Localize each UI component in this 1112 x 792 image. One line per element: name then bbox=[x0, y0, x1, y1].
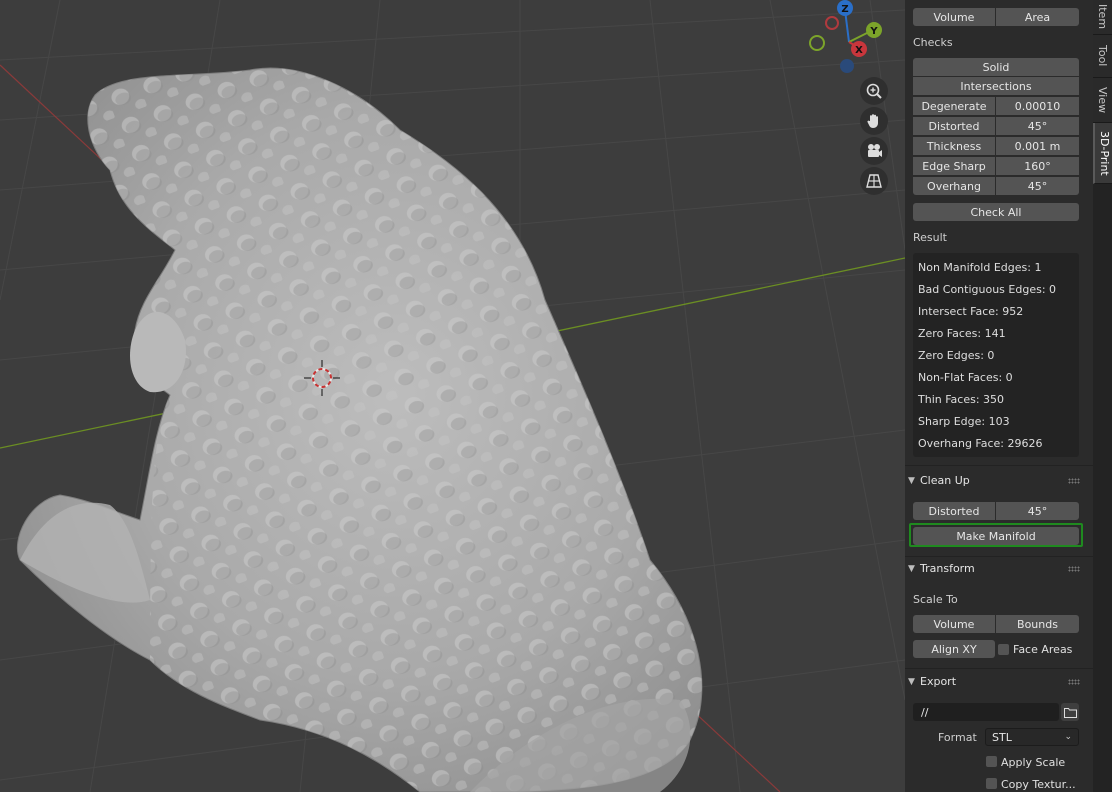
face-areas-label: Face Areas bbox=[1013, 643, 1073, 656]
format-label: Format bbox=[938, 731, 977, 744]
zoom-button[interactable] bbox=[860, 77, 888, 105]
toad-mesh bbox=[16, 67, 703, 792]
cleanup-panel-header[interactable]: ▼ Clean Up bbox=[908, 474, 970, 487]
svg-text:Z: Z bbox=[841, 4, 848, 15]
perspective-toggle-button[interactable] bbox=[860, 167, 888, 195]
cleanup-distorted-field[interactable]: 45° bbox=[996, 502, 1079, 520]
area-button[interactable]: Area bbox=[996, 8, 1079, 26]
divider bbox=[905, 556, 1093, 557]
chevron-down-icon: ▼ bbox=[908, 475, 915, 486]
navigation-gizmo[interactable]: Z Y X bbox=[805, 0, 890, 80]
divider bbox=[905, 465, 1093, 466]
degenerate-button[interactable]: Degenerate bbox=[913, 97, 995, 115]
transform-title: Transform bbox=[920, 562, 975, 575]
hand-icon bbox=[867, 114, 878, 128]
chevron-down-icon: ⌄ bbox=[1064, 732, 1072, 742]
copy-textures-checkbox[interactable] bbox=[986, 778, 997, 789]
edge-sharp-button[interactable]: Edge Sharp bbox=[913, 157, 995, 175]
overhang-field[interactable]: 45° bbox=[996, 177, 1079, 195]
tab-3d-print[interactable]: 3D-Print bbox=[1093, 123, 1112, 184]
result-item: Bad Contiguous Edges: 0 bbox=[918, 283, 1057, 296]
pan-button[interactable] bbox=[860, 107, 888, 135]
cleanup-title: Clean Up bbox=[920, 474, 970, 487]
camera-icon bbox=[868, 144, 882, 157]
result-item: Non-Flat Faces: 0 bbox=[918, 371, 1013, 384]
align-xy-button[interactable]: Align XY bbox=[913, 640, 995, 658]
grid-perspective-icon bbox=[866, 174, 882, 188]
viewport-scene bbox=[0, 0, 905, 792]
make-manifold-button[interactable]: Make Manifold bbox=[913, 527, 1079, 545]
transform-panel-header[interactable]: ▼ Transform bbox=[908, 562, 975, 575]
drag-grip-icon[interactable] bbox=[1068, 679, 1080, 685]
result-item: Zero Edges: 0 bbox=[918, 349, 995, 362]
degenerate-field[interactable]: 0.00010 bbox=[996, 97, 1079, 115]
face-areas-checkbox[interactable] bbox=[998, 644, 1009, 655]
svg-text:Y: Y bbox=[869, 26, 878, 37]
zoom-icon bbox=[866, 83, 882, 99]
check-all-button[interactable]: Check All bbox=[913, 203, 1079, 221]
copy-textures-label: Copy Textur... bbox=[1001, 778, 1076, 791]
solid-button[interactable]: Solid bbox=[913, 58, 1079, 76]
intersections-button[interactable]: Intersections bbox=[913, 77, 1079, 95]
scale-to-label: Scale To bbox=[913, 593, 958, 606]
camera-view-button[interactable] bbox=[860, 137, 888, 165]
distorted-button[interactable]: Distorted bbox=[913, 117, 995, 135]
result-item: Sharp Edge: 103 bbox=[918, 415, 1010, 428]
export-path-input[interactable]: // bbox=[913, 703, 1059, 721]
result-item: Intersect Face: 952 bbox=[918, 305, 1024, 318]
result-item: Thin Faces: 350 bbox=[918, 393, 1005, 406]
overhang-button[interactable]: Overhang bbox=[913, 177, 995, 195]
apply-scale-checkbox[interactable] bbox=[986, 756, 997, 767]
tab-view[interactable]: View bbox=[1093, 78, 1112, 123]
edge-sharp-field[interactable]: 160° bbox=[996, 157, 1079, 175]
svg-text:X: X bbox=[855, 45, 863, 56]
browse-folder-button[interactable] bbox=[1061, 703, 1079, 721]
scale-volume-button[interactable]: Volume bbox=[913, 615, 995, 633]
result-item: Zero Faces: 141 bbox=[918, 327, 1006, 340]
tab-item[interactable]: Item bbox=[1093, 0, 1112, 35]
result-label: Result bbox=[913, 231, 947, 244]
tab-tool[interactable]: Tool bbox=[1093, 35, 1112, 78]
scale-bounds-button[interactable]: Bounds bbox=[996, 615, 1079, 633]
export-title: Export bbox=[920, 675, 957, 688]
format-value: STL bbox=[992, 730, 1012, 744]
result-item: Non Manifold Edges: 1 bbox=[918, 261, 1042, 274]
folder-icon bbox=[1063, 707, 1077, 718]
result-item: Overhang Face: 29626 bbox=[918, 437, 1043, 450]
3d-viewport[interactable]: Z Y X bbox=[0, 0, 905, 792]
drag-grip-icon[interactable] bbox=[1068, 566, 1080, 572]
sidebar-tabs: Item Tool View 3D-Print bbox=[1093, 0, 1112, 792]
format-select[interactable]: STL ⌄ bbox=[985, 728, 1079, 746]
drag-grip-icon[interactable] bbox=[1068, 478, 1080, 484]
gizmo-neg-x bbox=[825, 16, 839, 30]
chevron-down-icon: ▼ bbox=[908, 563, 915, 574]
distorted-field[interactable]: 45° bbox=[996, 117, 1079, 135]
gizmo-neg-y bbox=[809, 35, 825, 51]
volume-button[interactable]: Volume bbox=[913, 8, 995, 26]
apply-scale-label: Apply Scale bbox=[1001, 756, 1066, 769]
cleanup-distorted-button[interactable]: Distorted bbox=[913, 502, 995, 520]
checks-label: Checks bbox=[913, 36, 953, 49]
chevron-down-icon: ▼ bbox=[908, 676, 915, 687]
export-panel-header[interactable]: ▼ Export bbox=[908, 675, 956, 688]
gizmo-neg-z bbox=[840, 59, 854, 73]
thickness-button[interactable]: Thickness bbox=[913, 137, 995, 155]
thickness-field[interactable]: 0.001 m bbox=[996, 137, 1079, 155]
divider bbox=[905, 668, 1093, 669]
